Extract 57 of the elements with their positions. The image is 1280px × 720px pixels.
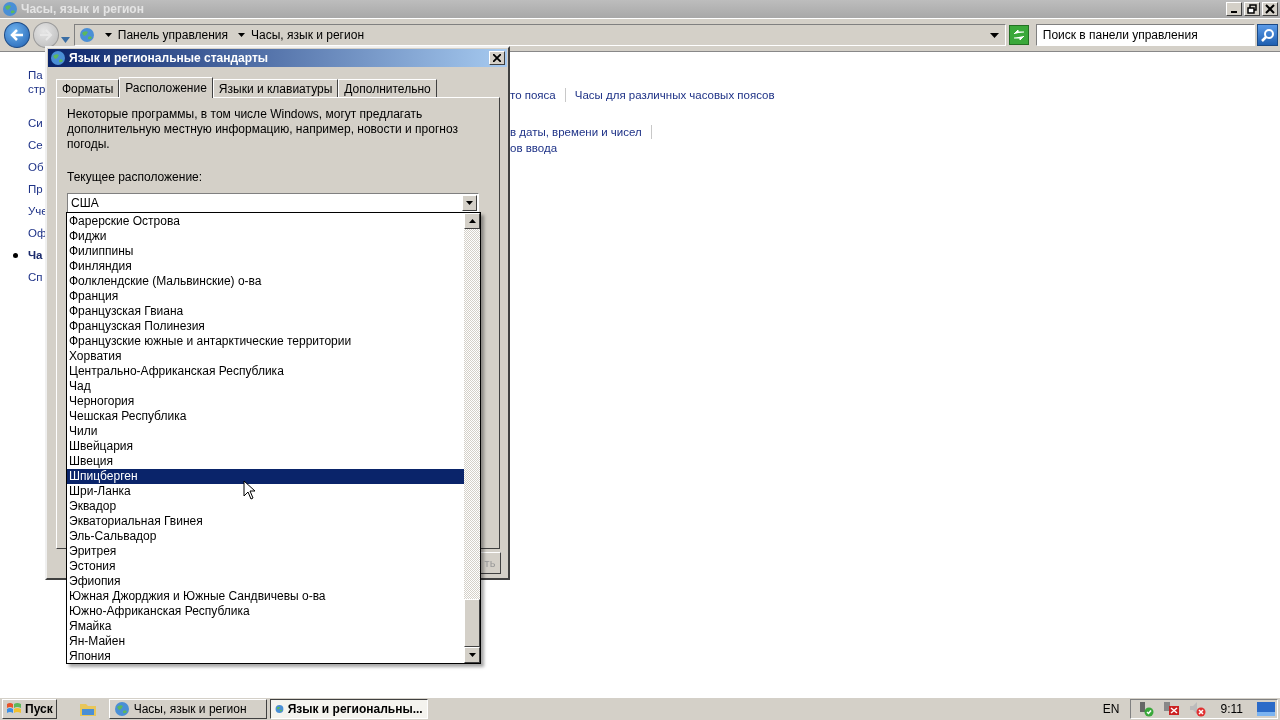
list-option[interactable]: Швейцария [67, 439, 464, 454]
address-bar[interactable]: Панель управления Часы, язык и регион [73, 24, 1006, 46]
list-option[interactable]: Фарерские Острова [67, 214, 464, 229]
list-option[interactable]: Эфиопия [67, 574, 464, 589]
sidebar-link[interactable]: Пр [28, 183, 43, 195]
list-option[interactable]: Фиджи [67, 229, 464, 244]
location-combobox[interactable]: США [67, 193, 479, 213]
location-label: Текущее расположение: [67, 170, 204, 184]
tab[interactable]: Языки и клавиатуры [212, 79, 339, 97]
list-option[interactable]: Эль-Сальвадор [67, 529, 464, 544]
link[interactable]: в даты, времени и чисел [510, 126, 642, 138]
list-option[interactable]: Эквадор [67, 499, 464, 514]
list-option[interactable]: Французская Полинезия [67, 319, 464, 334]
list-option[interactable]: Шри-Ланка [67, 484, 464, 499]
list-option[interactable]: Чад [67, 379, 464, 394]
list-option[interactable]: Южно-Африканская Республика [67, 604, 464, 619]
sidebar-link[interactable]: Об [28, 161, 44, 173]
sidebar-link[interactable]: Ча [28, 249, 43, 261]
list-option[interactable]: Чили [67, 424, 464, 439]
list-option[interactable]: Французская Гвиана [67, 304, 464, 319]
breadcrumb-item[interactable]: Часы, язык и регион [251, 28, 364, 42]
list-option[interactable]: Чешская Республика [67, 409, 464, 424]
breadcrumb-item[interactable]: Панель управления [117, 28, 229, 42]
clock[interactable]: 9:11 [1220, 702, 1243, 716]
list-option[interactable]: Черногория [67, 394, 464, 409]
taskbar-button[interactable]: Язык и региональны... [269, 699, 428, 719]
description-text: Некоторые программы, в том числе Windows, могут предлагать дополнительную местную информацию, например, новости и прогноз погоды. [67, 107, 459, 152]
list-option[interactable]: Эритрея [67, 544, 464, 559]
start-button[interactable]: Пуск [2, 699, 57, 719]
dialog-title: Язык и региональные стандарты [69, 51, 270, 65]
list-option[interactable]: Швеция [67, 454, 464, 469]
list-option[interactable]: Япония [67, 649, 464, 664]
list-option[interactable]: Шпицберген [67, 469, 464, 484]
tab[interactable]: Форматы [56, 79, 120, 97]
list-option[interactable]: Финляндия [67, 259, 464, 274]
list-option[interactable]: Ямайка [67, 619, 464, 634]
link[interactable]: ов ввода [510, 142, 558, 154]
list-option[interactable]: Фолклендские (Мальвинские) о-ва [67, 274, 464, 289]
link[interactable]: то пояса [510, 89, 556, 101]
taskbar-button[interactable]: Часы, язык и регион [108, 699, 267, 719]
tab[interactable]: Дополнительно [338, 79, 437, 97]
sidebar-link[interactable]: Сп [28, 271, 43, 283]
list-option[interactable]: Франция [67, 289, 464, 304]
list-option[interactable]: Центрально-Африканская Республика [67, 364, 464, 379]
sidebar-link[interactable]: Се [28, 139, 43, 151]
list-option[interactable]: Южная Джорджия и Южные Сандвичевы о-ва [67, 589, 464, 604]
list-option[interactable]: Французские южные и антарктические территории [67, 334, 464, 349]
list-option[interactable]: Филиппины [67, 244, 464, 259]
search-field[interactable]: Поиск в панели управления [1035, 24, 1256, 46]
list-option[interactable]: Эстония [67, 559, 464, 574]
link[interactable]: Часы для различных часовых поясов [574, 89, 775, 101]
tab[interactable]: Расположение [119, 77, 213, 98]
list-option[interactable]: Хорватия [67, 349, 464, 364]
list-option[interactable]: Экваториальная Гвинея [67, 514, 464, 529]
list-option[interactable]: Ян-Майен [67, 634, 464, 649]
sidebar-link[interactable]: Си [28, 117, 43, 129]
language-indicator[interactable]: EN [1102, 702, 1120, 716]
